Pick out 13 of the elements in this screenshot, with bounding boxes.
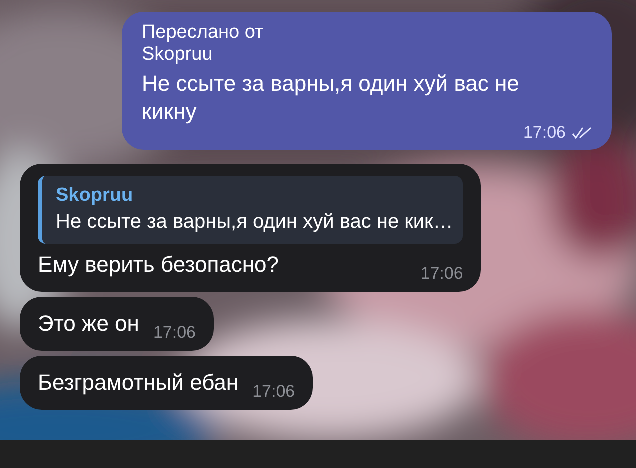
message-text: Безграмотный ебан — [38, 369, 239, 397]
message-text: Не ссыте за варны,я один хуй вас не кикну — [142, 70, 520, 126]
reply-quote[interactable]: Skopruu Не ссыте за варны,я один хуй вас не кик… — [38, 176, 464, 244]
message-time: 17:06 — [252, 380, 296, 402]
reply-text: Не ссыте за варны,я один хуй вас не кик… — [56, 210, 454, 235]
message-text: Это же он — [38, 310, 140, 338]
forwarded-label: Переслано от — [142, 22, 264, 44]
reply-author: Skopruu — [56, 184, 134, 208]
message-time: 17:06 — [153, 322, 196, 344]
message-text: Ему верить безопасно? — [38, 251, 279, 279]
forwarded-sender[interactable]: Skopruu — [142, 44, 213, 66]
message-time: 17:06 — [420, 262, 464, 284]
message-time: 17:06 — [523, 124, 566, 142]
